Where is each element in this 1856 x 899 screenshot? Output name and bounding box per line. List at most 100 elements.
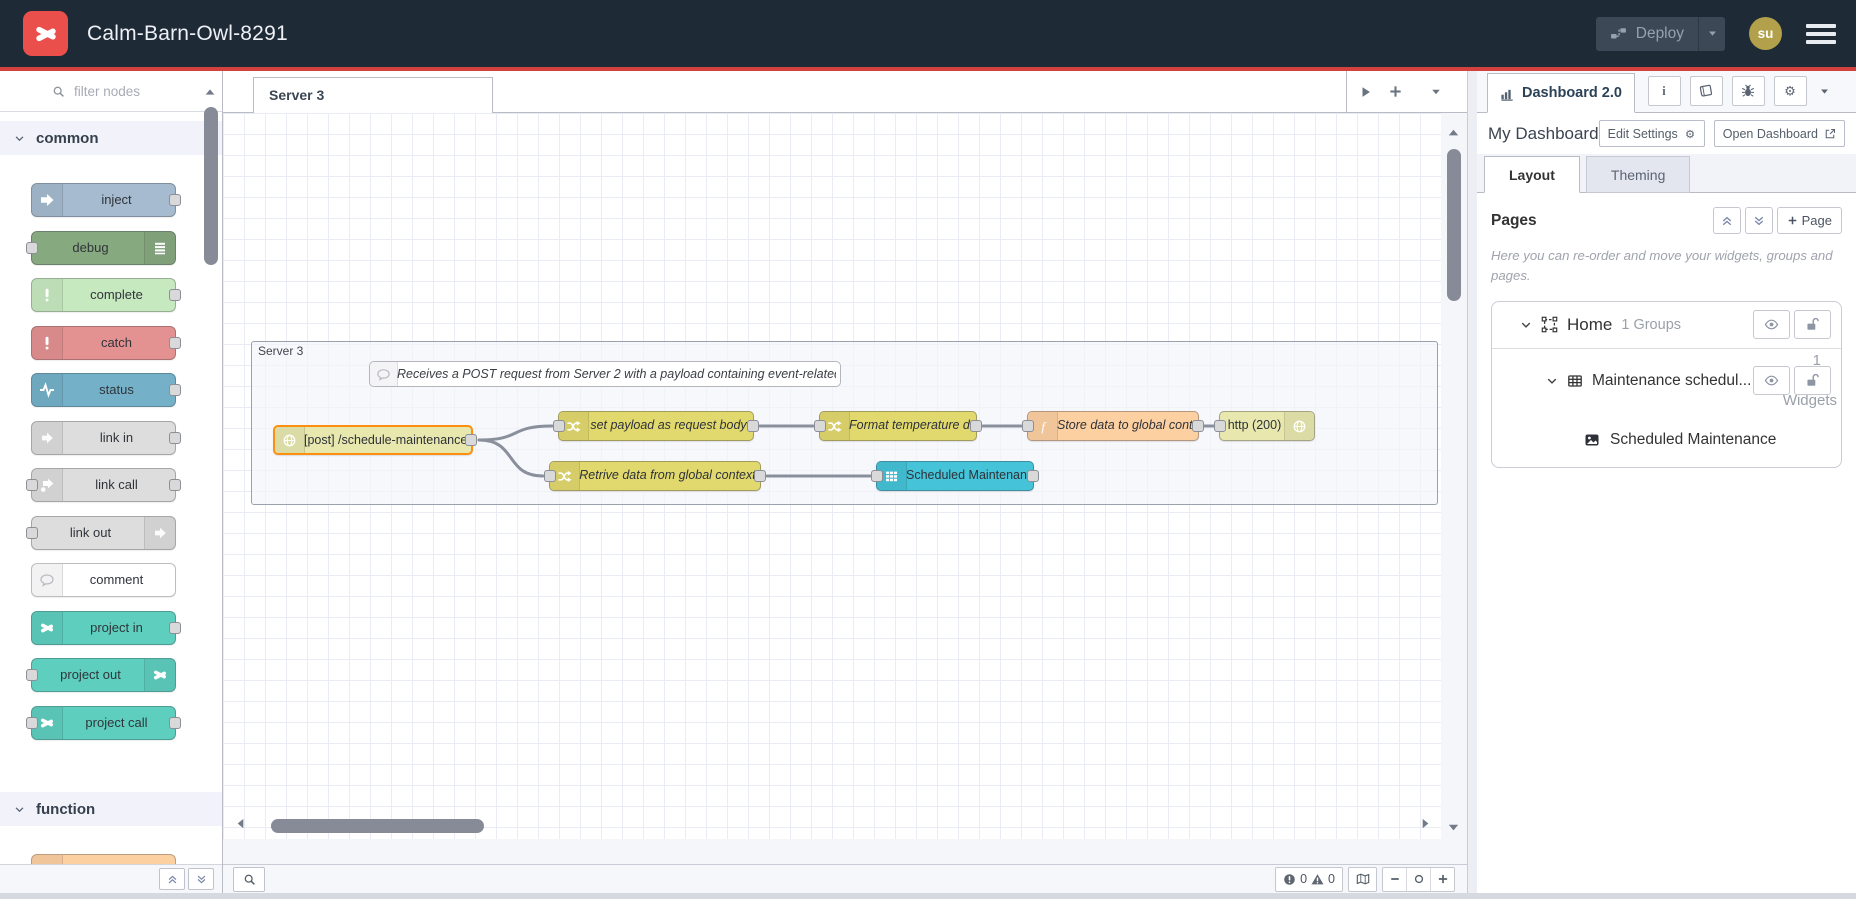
node-input-port[interactable] bbox=[553, 420, 565, 432]
node-output-port[interactable] bbox=[169, 621, 181, 634]
palette-node-link-out[interactable]: link out bbox=[26, 515, 176, 550]
node-input-port[interactable] bbox=[1022, 420, 1034, 432]
canvas-vertical-scrollbar-thumb[interactable] bbox=[1447, 149, 1461, 301]
node-output-port[interactable] bbox=[1027, 470, 1039, 482]
palette-collapse-all-button[interactable] bbox=[159, 868, 185, 890]
canvas-horizontal-scroll-track[interactable] bbox=[223, 839, 1441, 865]
deploy-options-button[interactable] bbox=[1698, 16, 1725, 51]
flow-node-httpin[interactable]: [post] /schedule-maintenance bbox=[273, 425, 477, 455]
add-page-button[interactable]: Page bbox=[1776, 207, 1842, 234]
palette-node-project-call[interactable]: project call bbox=[26, 705, 181, 740]
node-input-port[interactable] bbox=[544, 470, 556, 482]
node-output-port[interactable] bbox=[169, 336, 181, 349]
palette-node-project-in[interactable]: project in bbox=[31, 610, 181, 645]
error-icon bbox=[1283, 873, 1296, 886]
canvas-scroll-down-icon[interactable] bbox=[1446, 820, 1461, 835]
node-input-port[interactable] bbox=[26, 669, 38, 681]
main-menu-button[interactable] bbox=[1806, 23, 1836, 44]
flow-node-comment[interactable]: Receives a POST request from Server 2 wi… bbox=[369, 361, 841, 387]
navigator-button[interactable] bbox=[1348, 866, 1377, 892]
node-output-port[interactable] bbox=[747, 420, 759, 432]
palette-node-complete[interactable]: complete bbox=[31, 278, 181, 312]
node-output-port[interactable] bbox=[169, 384, 181, 396]
flow-node-func1[interactable]: f Store data to global context bbox=[1022, 411, 1204, 441]
node-output-port[interactable] bbox=[169, 716, 181, 729]
palette-category-common[interactable]: common bbox=[0, 121, 222, 155]
chevron-down-icon[interactable] bbox=[1520, 319, 1532, 331]
node-input-port[interactable] bbox=[26, 716, 38, 729]
canvas-horizontal-scrollbar-thumb[interactable] bbox=[271, 819, 484, 833]
canvas-search-button[interactable] bbox=[233, 866, 265, 892]
node-input-port[interactable] bbox=[26, 479, 38, 491]
node-output-port[interactable] bbox=[169, 289, 181, 301]
palette-node-link-in[interactable]: link in bbox=[31, 420, 181, 455]
next-flow-icon[interactable] bbox=[1359, 85, 1373, 99]
palette-category-function[interactable]: function bbox=[0, 792, 222, 826]
tab-theming[interactable]: Theming bbox=[1585, 156, 1691, 193]
zoom-reset-button[interactable] bbox=[1406, 867, 1430, 891]
palette-node-link-call[interactable]: link call bbox=[26, 468, 181, 502]
node-output-port[interactable] bbox=[169, 431, 181, 444]
node-input-port[interactable] bbox=[26, 241, 38, 254]
palette-scroll-up-icon[interactable] bbox=[203, 85, 217, 99]
palette-node-catch[interactable]: catch bbox=[31, 325, 181, 360]
palette-node-inject[interactable]: inject bbox=[31, 183, 181, 217]
move-up-button[interactable] bbox=[1712, 207, 1741, 234]
chevron-down-icon[interactable] bbox=[1546, 375, 1558, 387]
flow-node-table1[interactable]: Scheduled Maintenance bbox=[871, 461, 1039, 491]
node-output-port[interactable] bbox=[169, 479, 181, 491]
workspace: Server 3 Server 3 Receives a POST reques… bbox=[223, 71, 1467, 893]
palette-scrollbar-thumb[interactable] bbox=[204, 107, 218, 265]
canvas-scroll-right-icon[interactable] bbox=[1418, 816, 1433, 831]
flow-node-change1[interactable]: set payload as request body bbox=[553, 411, 759, 441]
node-output-port[interactable] bbox=[1192, 420, 1204, 432]
user-avatar[interactable]: su bbox=[1749, 17, 1782, 50]
node-input-port[interactable] bbox=[814, 420, 826, 432]
node-input-port[interactable] bbox=[26, 526, 38, 539]
zoom-out-button[interactable] bbox=[1383, 868, 1406, 891]
tab-layout[interactable]: Layout bbox=[1484, 156, 1580, 193]
node-output-port[interactable] bbox=[754, 470, 766, 482]
flow-node-change3[interactable]: Retrive data from global context bbox=[544, 461, 766, 491]
edit-settings-button[interactable]: Edit Settings ⚙ bbox=[1598, 120, 1705, 147]
palette-node-debug[interactable]: debug bbox=[26, 230, 176, 265]
sidebar-menu-icon[interactable] bbox=[1819, 86, 1830, 97]
palette-node-project-out[interactable]: project out bbox=[26, 658, 176, 692]
notification-counts[interactable]: 0 0 bbox=[1275, 866, 1343, 892]
tree-row-widget[interactable]: Scheduled Maintenance bbox=[1492, 413, 1841, 467]
info-button[interactable]: i bbox=[1647, 76, 1681, 106]
debug-button[interactable] bbox=[1731, 76, 1765, 106]
flow-tab-server3[interactable]: Server 3 bbox=[253, 77, 493, 113]
palette-node-comment[interactable]: comment bbox=[31, 563, 176, 597]
zoom-in-button[interactable] bbox=[1430, 867, 1454, 891]
node-output-port[interactable] bbox=[169, 194, 181, 206]
tree-row-group[interactable]: 1 Widgets Maintenance schedul... bbox=[1492, 349, 1841, 413]
move-down-button[interactable] bbox=[1744, 207, 1773, 234]
flow-node-change2[interactable]: Format temperature data. bbox=[814, 411, 982, 441]
canvas-scroll-left-icon[interactable] bbox=[233, 816, 248, 831]
group-visibility-button[interactable] bbox=[1753, 366, 1790, 396]
dashboard-subtabs: Layout Theming bbox=[1477, 154, 1856, 193]
add-flow-icon[interactable] bbox=[1388, 84, 1403, 99]
tree-row-home-page[interactable]: Home 1 Groups bbox=[1492, 302, 1841, 349]
open-dashboard-button[interactable]: Open Dashboard bbox=[1713, 120, 1845, 147]
canvas-scroll-up-icon[interactable] bbox=[1446, 125, 1461, 140]
flow-list-icon[interactable] bbox=[1430, 86, 1442, 98]
config-button[interactable]: ⚙ bbox=[1773, 76, 1807, 106]
link-arrow-icon bbox=[32, 421, 63, 454]
page-visibility-button[interactable] bbox=[1753, 310, 1790, 340]
palette-node-status[interactable]: status bbox=[31, 373, 181, 407]
group-lock-button[interactable] bbox=[1794, 366, 1831, 396]
node-input-port[interactable] bbox=[871, 470, 883, 482]
node-output-port[interactable] bbox=[970, 420, 982, 432]
help-button[interactable] bbox=[1689, 76, 1723, 106]
node-output-port[interactable] bbox=[465, 434, 477, 446]
palette-filter-input[interactable] bbox=[72, 82, 196, 100]
tab-dashboard-2[interactable]: Dashboard 2.0 bbox=[1487, 73, 1635, 113]
deploy-button[interactable]: Deploy bbox=[1595, 16, 1725, 51]
palette-expand-all-button[interactable] bbox=[188, 868, 214, 890]
page-lock-button[interactable] bbox=[1794, 310, 1831, 340]
node-input-port[interactable] bbox=[1214, 420, 1226, 432]
flow-node-httpres[interactable]: http (200) bbox=[1214, 411, 1315, 441]
flow-canvas[interactable]: Server 3 Receives a POST request from Se… bbox=[223, 113, 1467, 865]
